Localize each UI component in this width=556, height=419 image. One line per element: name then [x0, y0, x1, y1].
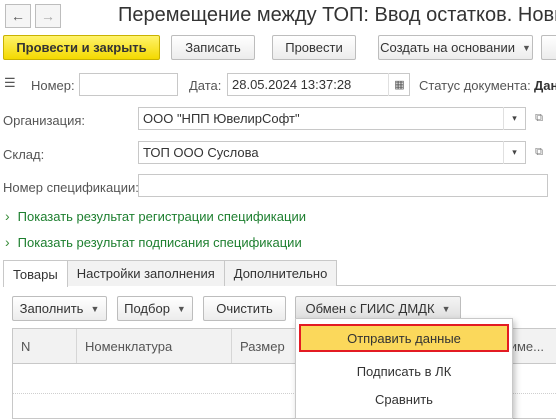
- menu-item-sign-in-lk[interactable]: Подписать в ЛК: [296, 357, 512, 385]
- back-button[interactable]: ←: [5, 4, 31, 28]
- column-header-n[interactable]: N: [13, 329, 77, 363]
- number-field[interactable]: [79, 73, 178, 96]
- fill-label: Заполнить: [19, 301, 84, 316]
- chevron-down-icon[interactable]: ▾: [503, 107, 525, 130]
- chevron-down-icon: ▼: [441, 303, 451, 314]
- chevron-down-icon: ▼: [176, 303, 186, 314]
- clear-button[interactable]: Очистить: [203, 296, 286, 321]
- date-field[interactable]: 28.05.2024 13:37:28: [227, 73, 410, 96]
- post-and-close-button[interactable]: Провести и закрыть: [3, 35, 160, 60]
- column-header-nomenclature[interactable]: Номенклатура: [77, 329, 232, 363]
- organization-label: Организация:: [3, 113, 86, 128]
- chevron-right-icon: ›: [5, 234, 10, 250]
- show-signing-result-label: Показать результат подписания спецификац…: [17, 234, 302, 250]
- show-registration-result-label: Показать результат регистрации специфика…: [17, 208, 306, 224]
- arrow-right-icon: →: [41, 8, 55, 24]
- tab-bar: Товары Настройки заполнения Дополнительн…: [3, 260, 338, 287]
- menu-item-compare[interactable]: Сравнить: [296, 385, 512, 413]
- organization-field[interactable]: ООО "НПП ЮвелирСофт": [138, 107, 526, 130]
- arrow-left-icon: ←: [11, 8, 25, 24]
- spec-number-label: Номер спецификации:: [3, 180, 139, 195]
- chevron-down-icon[interactable]: ▾: [503, 141, 525, 164]
- calendar-icon[interactable]: ▦: [388, 73, 410, 96]
- menu-item-send-data[interactable]: Отправить данные: [299, 324, 509, 352]
- status-label: Статус документа:: [419, 78, 531, 93]
- date-label: Дата:: [189, 78, 222, 93]
- pick-label: Подбор: [124, 301, 170, 316]
- forward-button[interactable]: →: [35, 4, 61, 28]
- spec-number-field[interactable]: [138, 174, 548, 197]
- status-value: Дан: [534, 78, 556, 93]
- open-icon[interactable]: ⧉: [530, 107, 548, 130]
- pick-button[interactable]: Подбор ▼: [117, 296, 193, 321]
- chevron-down-icon: ▼: [90, 303, 100, 314]
- more-actions-button[interactable]: [541, 35, 556, 60]
- show-registration-result-link[interactable]: › Показать результат регистрации специфи…: [5, 208, 306, 224]
- create-based-on-button[interactable]: Создать на основании ▼: [378, 35, 533, 60]
- tab-fill-settings[interactable]: Настройки заполнения: [66, 260, 225, 286]
- window-title: Перемещение между ТОП: Ввод остатков. Но…: [118, 4, 556, 26]
- chevron-right-icon: ›: [5, 208, 10, 224]
- number-label: Номер:: [31, 78, 75, 93]
- document-icon: ☰: [4, 75, 16, 90]
- save-button[interactable]: Записать: [171, 35, 255, 60]
- fill-button[interactable]: Заполнить ▼: [12, 296, 107, 321]
- exchange-giis-dmdk-label: Обмен с ГИИС ДМДК: [305, 301, 435, 316]
- column-header-size[interactable]: Размер: [232, 329, 302, 363]
- exchange-dropdown-menu: Отправить данные Подписать в ЛК Сравнить: [295, 318, 513, 419]
- warehouse-field[interactable]: ТОП ООО Суслова: [138, 141, 526, 164]
- open-icon[interactable]: ⧉: [530, 141, 548, 164]
- post-button[interactable]: Провести: [272, 35, 356, 60]
- create-based-on-label: Создать на основании: [380, 40, 515, 55]
- show-signing-result-link[interactable]: › Показать результат подписания специфик…: [5, 234, 302, 250]
- chevron-down-icon: ▼: [521, 42, 531, 53]
- tab-goods[interactable]: Товары: [3, 260, 68, 287]
- tab-additional[interactable]: Дополнительно: [223, 260, 338, 286]
- warehouse-label: Склад:: [3, 147, 45, 162]
